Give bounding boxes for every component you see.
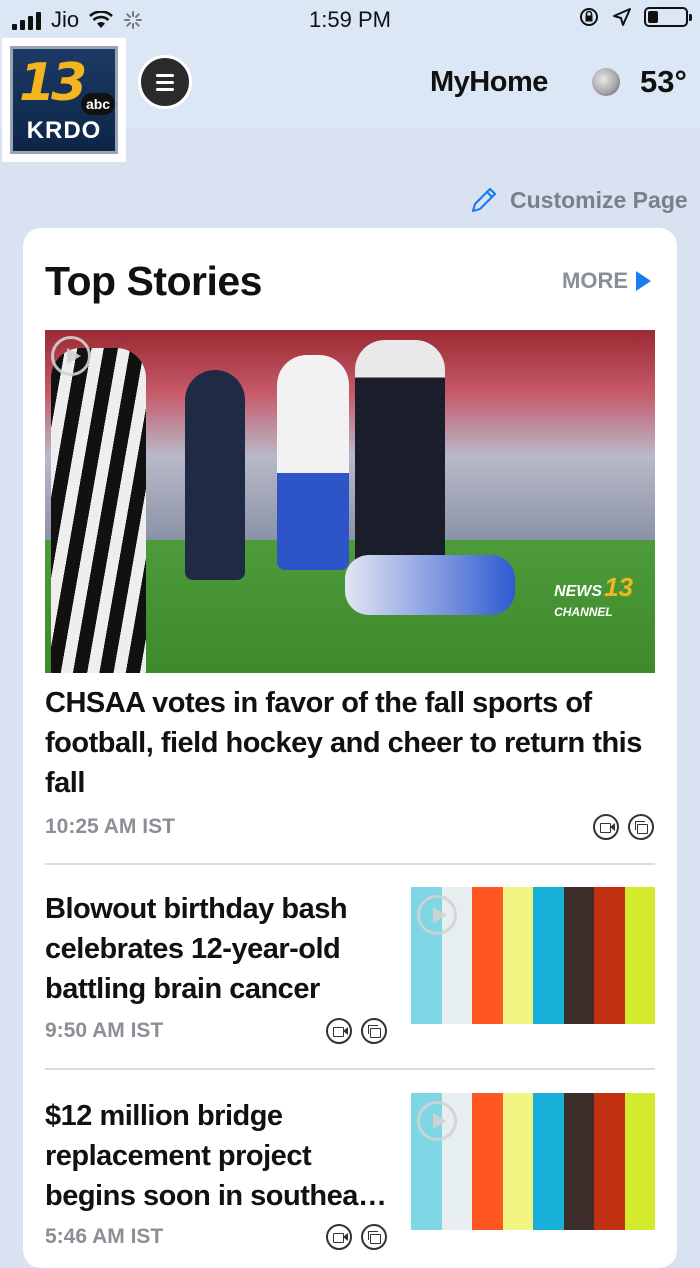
top-stories-card: Top Stories MORE NEWS13 CHANNEL CHSAA vo… [23, 228, 677, 1268]
story-thumbnail-placeholder[interactable] [411, 1093, 655, 1230]
video-icon [593, 814, 619, 840]
location-icon [613, 8, 631, 26]
customize-page-button[interactable]: Customize Page [468, 184, 688, 216]
temperature[interactable]: 53° [640, 64, 687, 100]
hamburger-icon [156, 73, 174, 77]
story-headline[interactable]: CHSAA votes in favor of the fall sports … [45, 683, 655, 803]
logo-number: 13 [19, 53, 87, 113]
logo-image: 13 abc KRDO [10, 46, 118, 154]
referee-figure [51, 348, 146, 673]
video-icon [326, 1018, 352, 1044]
more-link[interactable]: MORE [562, 268, 651, 294]
rotation-lock-icon [580, 8, 598, 26]
gallery-icon [628, 814, 654, 840]
story-time: 5:46 AM IST [45, 1225, 164, 1248]
play-icon [417, 1101, 457, 1141]
station-logo[interactable]: 13 abc KRDO [2, 38, 126, 162]
story-headline[interactable]: Blowout birthday bash celebrates 12-year… [45, 889, 365, 1009]
gallery-icon [361, 1018, 387, 1044]
video-icon [326, 1224, 352, 1250]
logo-callsign: KRDO [26, 117, 102, 144]
menu-button[interactable] [138, 55, 192, 109]
logo-network: abc [81, 93, 115, 115]
play-icon [417, 895, 457, 935]
story-hero-image[interactable]: NEWS13 CHANNEL [45, 330, 655, 673]
player-figure [345, 555, 515, 615]
story-headline[interactable]: $12 million bridge replacement project b… [45, 1096, 395, 1216]
battery-icon [644, 7, 692, 27]
page-title[interactable]: MyHome [430, 66, 548, 99]
gallery-icon [361, 1224, 387, 1250]
divider [45, 1068, 655, 1070]
story-time: 10:25 AM IST [45, 815, 175, 838]
divider [45, 863, 655, 865]
pencil-icon [471, 187, 497, 213]
customize-label: Customize Page [510, 186, 688, 213]
weather-moon-icon[interactable] [592, 68, 620, 96]
story-thumbnail-placeholder[interactable] [411, 887, 655, 1024]
status-bar: Jio 1:59 PM [0, 0, 700, 38]
player-figure [185, 370, 245, 580]
news-channel-watermark: NEWS13 CHANNEL [554, 572, 633, 619]
story-time: 9:50 AM IST [45, 1019, 164, 1042]
player-figure [277, 355, 349, 570]
player-figure [355, 340, 445, 590]
play-arrow-icon [636, 271, 651, 291]
more-label: MORE [562, 268, 628, 293]
section-title: Top Stories [45, 258, 262, 304]
play-icon [51, 336, 91, 376]
